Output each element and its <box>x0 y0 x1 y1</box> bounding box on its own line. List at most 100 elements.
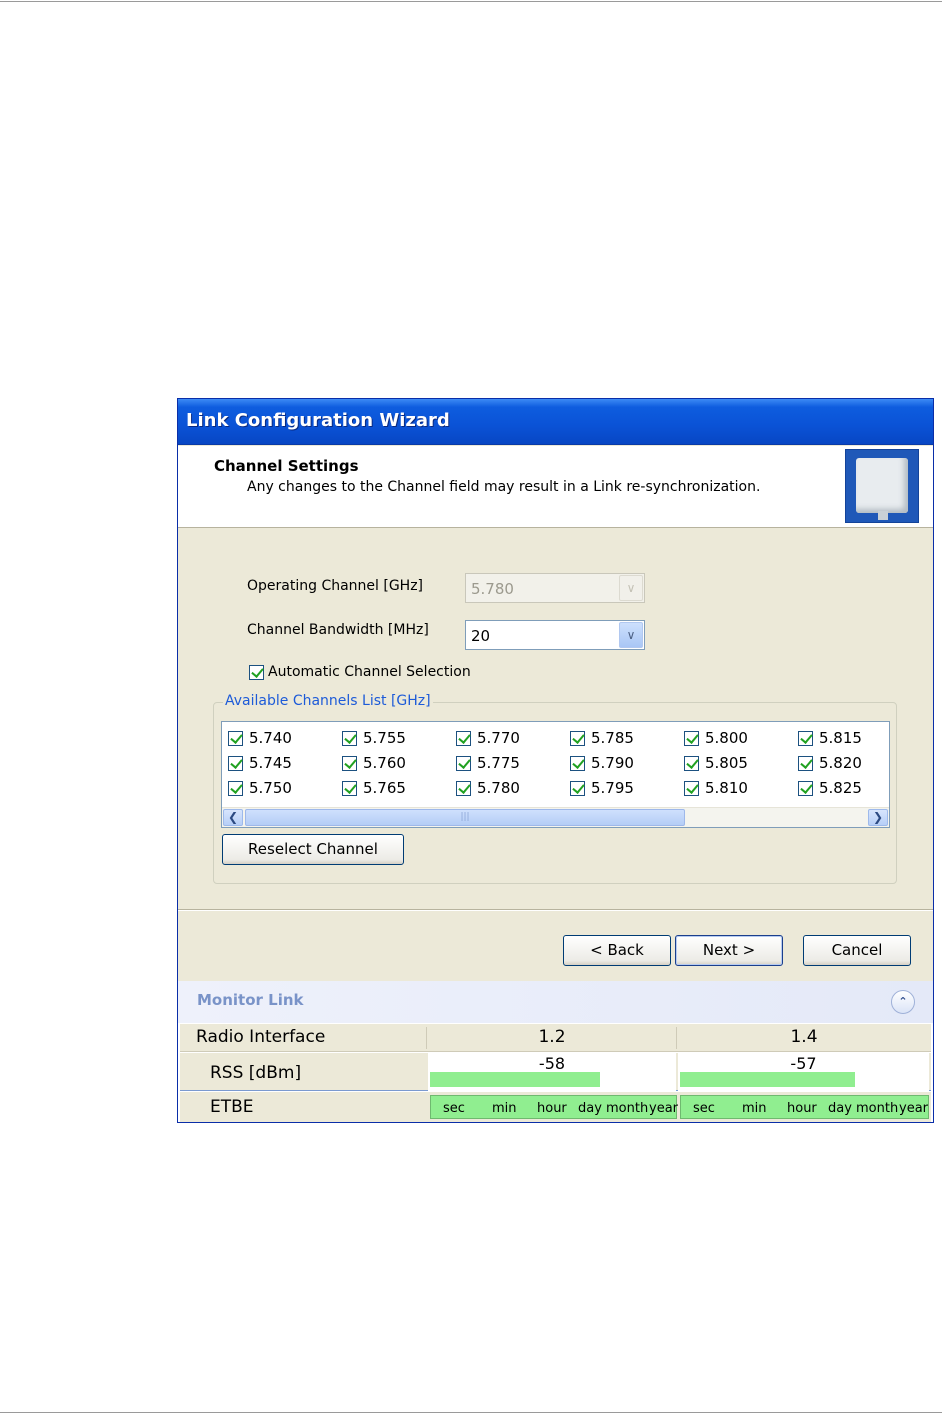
etbe-unit-sec: sec <box>443 1101 465 1116</box>
auto-channel-checkbox[interactable]: Automatic Channel Selection <box>249 664 471 680</box>
radio-interface-label: Radio Interface <box>196 1027 326 1047</box>
etbe-unit-hour: hour <box>537 1101 567 1116</box>
checkbox-checked-icon[interactable] <box>456 755 471 771</box>
monitor-link-title: Monitor Link <box>197 991 304 1009</box>
channel-list[interactable]: 5.740 5.745 5.750 5.755 5.760 5.765 5.770 5.775… <box>221 721 890 828</box>
monitor-link-header[interactable]: Monitor Link ⌃ <box>178 981 933 1023</box>
channel-item[interactable]: 5.770 <box>456 726 566 750</box>
etbe-unit-month: month <box>856 1101 899 1116</box>
checkbox-checked-icon[interactable] <box>228 780 243 796</box>
checkbox-checked-icon[interactable] <box>342 780 357 796</box>
channel-item[interactable]: 5.820 <box>798 751 908 775</box>
channel-item[interactable]: 5.790 <box>570 751 680 775</box>
rss-bar-2 <box>680 1072 855 1087</box>
channel-item[interactable]: 5.780 <box>456 776 566 800</box>
checkbox-checked-icon[interactable] <box>228 755 243 771</box>
checkbox-checked-icon[interactable] <box>456 730 471 746</box>
channel-label: 5.825 <box>819 779 862 797</box>
channel-item[interactable]: 5.800 <box>684 726 794 750</box>
etbe-unit-min: min <box>742 1101 767 1116</box>
rss-cell-1: -58 <box>428 1053 676 1091</box>
channel-label: 5.800 <box>705 729 748 747</box>
checkbox-checked-icon[interactable] <box>342 755 357 771</box>
channel-label: 5.750 <box>249 779 292 797</box>
checkbox-checked-icon[interactable] <box>684 755 699 771</box>
wizard-header: Channel Settings Any changes to the Chan… <box>178 446 933 528</box>
channel-item[interactable]: 5.745 <box>228 751 338 775</box>
channel-item[interactable]: 5.795 <box>570 776 680 800</box>
checkbox-checked-icon[interactable] <box>570 755 585 771</box>
antenna-icon <box>845 449 919 523</box>
page-title: Channel Settings <box>214 457 359 475</box>
back-button[interactable]: < Back <box>563 935 671 966</box>
window-title: Link Configuration Wizard <box>186 410 450 431</box>
auto-channel-label: Automatic Channel Selection <box>268 664 471 680</box>
checkbox-checked-icon[interactable] <box>684 780 699 796</box>
channel-label: 5.760 <box>363 754 406 772</box>
channel-bandwidth-label: Channel Bandwidth [MHz] <box>247 622 429 638</box>
channel-item[interactable]: 5.805 <box>684 751 794 775</box>
scroll-left-icon[interactable]: ❮ <box>223 809 243 826</box>
etbe-unit-year: year <box>899 1101 929 1116</box>
horizontal-scrollbar[interactable]: ❮ ||| ❯ <box>222 807 889 827</box>
divider <box>178 910 933 911</box>
channel-label: 5.765 <box>363 779 406 797</box>
channel-label: 5.740 <box>249 729 292 747</box>
next-button[interactable]: Next > <box>675 935 783 966</box>
etbe-unit-month: month <box>606 1101 649 1116</box>
interface-col-1: 1.2 <box>538 1027 566 1047</box>
scroll-thumb[interactable]: ||| <box>245 809 685 826</box>
checkbox-checked-icon[interactable] <box>798 730 813 746</box>
etbe-label: ETBE <box>210 1097 254 1117</box>
checkbox-checked-icon[interactable] <box>456 780 471 796</box>
checkbox-checked-icon[interactable] <box>684 730 699 746</box>
checkbox-checked-icon[interactable] <box>249 664 264 680</box>
channel-label: 5.795 <box>591 779 634 797</box>
channel-item[interactable]: 5.785 <box>570 726 680 750</box>
channel-item[interactable]: 5.815 <box>798 726 908 750</box>
channel-label: 5.810 <box>705 779 748 797</box>
checkbox-checked-icon[interactable] <box>570 730 585 746</box>
checkbox-checked-icon[interactable] <box>342 730 357 746</box>
channel-item[interactable]: 5.810 <box>684 776 794 800</box>
checkbox-checked-icon[interactable] <box>570 780 585 796</box>
table-row: Radio Interface 1.2 1.4 <box>180 1024 931 1052</box>
etbe-unit-year: year <box>649 1101 679 1116</box>
monitor-link-panel: Monitor Link ⌃ Radio Interface 1.2 1.4 R… <box>178 981 933 1122</box>
etbe-unit-hour: hour <box>787 1101 817 1116</box>
etbe-unit-min: min <box>492 1101 517 1116</box>
channel-item[interactable]: 5.740 <box>228 726 338 750</box>
etbe-cell-1: sec min hour day month year <box>430 1095 679 1119</box>
channel-label: 5.755 <box>363 729 406 747</box>
rss-value-1: -58 <box>538 1054 566 1073</box>
cancel-button[interactable]: Cancel <box>803 935 911 966</box>
channel-label: 5.780 <box>477 779 520 797</box>
checkbox-checked-icon[interactable] <box>798 780 813 796</box>
page-subtitle: Any changes to the Channel field may res… <box>247 479 761 495</box>
channel-item[interactable]: 5.760 <box>342 751 452 775</box>
reselect-channel-button[interactable]: Reselect Channel <box>222 834 404 865</box>
checkbox-checked-icon[interactable] <box>798 755 813 771</box>
channel-item[interactable]: 5.775 <box>456 751 566 775</box>
channel-item[interactable]: 5.750 <box>228 776 338 800</box>
chevron-down-icon: ∨ <box>619 575 643 601</box>
channel-label: 5.805 <box>705 754 748 772</box>
channel-item[interactable]: 5.765 <box>342 776 452 800</box>
channel-bandwidth-value: 20 <box>471 627 491 645</box>
channel-label: 5.745 <box>249 754 292 772</box>
table-row: ETBE sec min hour day month year sec min… <box>180 1092 931 1122</box>
channel-bandwidth-select[interactable]: 20 ∨ <box>465 620 645 650</box>
collapse-up-icon[interactable]: ⌃ <box>891 990 915 1014</box>
etbe-unit-day: day <box>578 1101 602 1116</box>
rss-cell-2: -57 <box>678 1053 929 1091</box>
page-top-rule <box>0 1 942 2</box>
available-channels-legend: Available Channels List [GHz] <box>223 693 433 709</box>
channel-item[interactable]: 5.825 <box>798 776 908 800</box>
channel-label: 5.790 <box>591 754 634 772</box>
title-bar[interactable]: Link Configuration Wizard <box>178 399 933 445</box>
channel-item[interactable]: 5.755 <box>342 726 452 750</box>
checkbox-checked-icon[interactable] <box>228 730 243 746</box>
scroll-right-icon[interactable]: ❯ <box>868 809 888 826</box>
etbe-cell-2: sec min hour day month year <box>680 1095 929 1119</box>
chevron-down-icon[interactable]: ∨ <box>619 622 643 648</box>
